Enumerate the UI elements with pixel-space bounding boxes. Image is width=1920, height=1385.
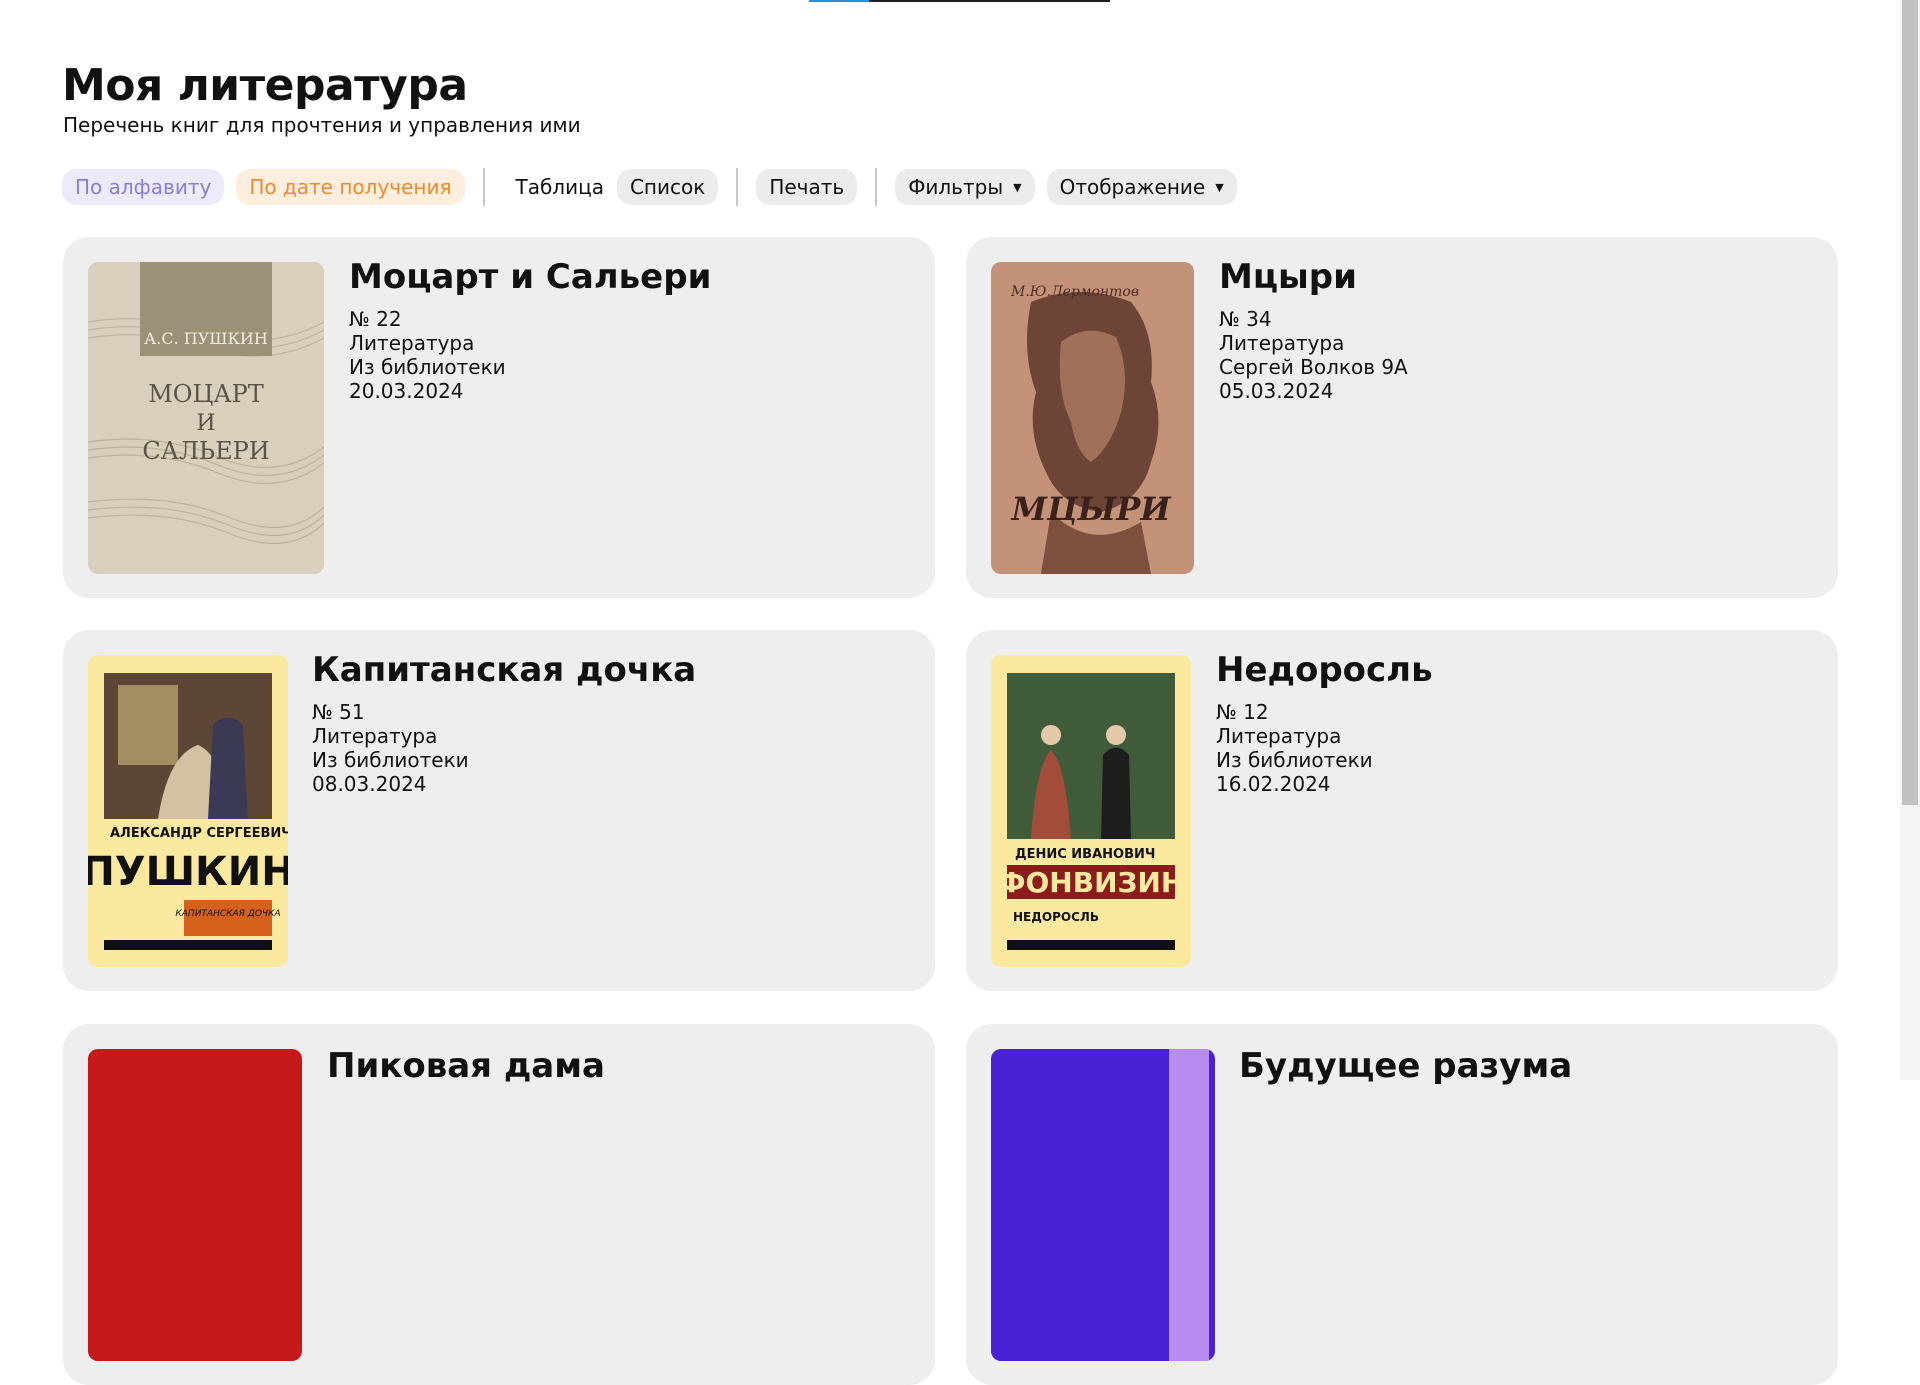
book-date: 08.03.2024 <box>312 772 427 796</box>
view-list-button[interactable]: Список <box>616 169 719 205</box>
book-category: Литература <box>1216 724 1342 748</box>
book-card[interactable]: Пиковая дама <box>63 1024 935 1385</box>
page-title: Моя литература <box>62 60 468 111</box>
book-date: 16.02.2024 <box>1216 772 1331 796</box>
book-date: 20.03.2024 <box>349 379 464 403</box>
book-cover <box>991 1049 1215 1361</box>
cover-author: АЛЕКСАНДР СЕРГЕЕВИЧ <box>110 826 288 841</box>
book-card[interactable]: Будущее разума <box>966 1024 1838 1385</box>
sort-alphabetical-button[interactable]: По алфавиту <box>62 169 225 205</box>
scrollbar[interactable] <box>1900 0 1920 1080</box>
toolbar-divider <box>736 168 739 206</box>
view-table-button[interactable]: Таблица <box>503 169 617 205</box>
cover-title-line: МОЦАРТ <box>148 380 264 408</box>
book-category: Литература <box>1219 331 1345 355</box>
print-button[interactable]: Печать <box>756 169 858 205</box>
page-subtitle: Перечень книг для прочтения и управления… <box>63 113 581 137</box>
book-category: Литература <box>349 331 475 355</box>
caret-down-icon: ▼ <box>1013 180 1022 194</box>
top-tab-indicator <box>809 0 1110 2</box>
cover-title-line: НЕДОРОСЛЬ <box>1013 910 1099 924</box>
book-title[interactable]: Пиковая дама <box>327 1046 605 1086</box>
book-cover: М.Ю.Лермонтов МЦЫРИ <box>991 262 1194 574</box>
book-source: Из библиотеки <box>1216 748 1373 772</box>
cover-title-line: МЦЫРИ <box>1010 490 1172 528</box>
cover-title-line: ФОНВИЗИН <box>998 866 1185 899</box>
book-title[interactable]: Будущее разума <box>1239 1046 1572 1086</box>
book-source: Из библиотеки <box>349 355 506 379</box>
scrollbar-thumb[interactable] <box>1902 0 1918 805</box>
book-title[interactable]: Моцарт и Сальери <box>349 257 711 297</box>
book-number: № 22 <box>349 307 402 331</box>
caret-down-icon: ▼ <box>1215 180 1224 194</box>
cover-author: А.С. ПУШКИН <box>144 329 268 348</box>
toolbar: По алфавиту По дате получения Таблица Сп… <box>62 168 1237 206</box>
book-date: 05.03.2024 <box>1219 379 1334 403</box>
book-source: Сергей Волков 9А <box>1219 355 1408 379</box>
book-number: № 51 <box>312 700 365 724</box>
cover-title-line: И <box>196 411 215 436</box>
book-card[interactable]: М.Ю.Лермонтов МЦЫРИ Мцыри № 34 Литератур… <box>966 237 1838 598</box>
cover-title-line: ПУШКИН <box>88 849 288 895</box>
display-label: Отображение <box>1059 175 1206 199</box>
cover-author: М.Ю.Лермонтов <box>1010 284 1139 300</box>
active-tab-indicator <box>809 0 869 2</box>
book-card[interactable]: АЛЕКСАНДР СЕРГЕЕВИЧ ПУШКИН КАПИТАНСКАЯ Д… <box>63 630 935 991</box>
filters-label: Фильтры <box>908 175 1004 199</box>
book-title[interactable]: Недоросль <box>1216 650 1433 690</box>
book-cover <box>88 1049 302 1361</box>
book-title[interactable]: Капитанская дочка <box>312 650 696 690</box>
book-cover: АЛЕКСАНДР СЕРГЕЕВИЧ ПУШКИН КАПИТАНСКАЯ Д… <box>88 655 288 967</box>
cover-title-line: САЛЬЕРИ <box>142 437 269 465</box>
cover-author: ДЕНИС ИВАНОВИЧ <box>1015 847 1155 862</box>
book-cover: А.С. ПУШКИН МОЦАРТ И САЛЬЕРИ <box>88 262 324 574</box>
book-category: Литература <box>312 724 438 748</box>
book-title[interactable]: Мцыри <box>1219 257 1408 297</box>
filters-dropdown[interactable]: Фильтры ▼ <box>895 169 1035 205</box>
book-number: № 12 <box>1216 700 1269 724</box>
book-cover: ДЕНИС ИВАНОВИЧ ФОНВИЗИН НЕДОРОСЛЬ <box>991 655 1191 967</box>
toolbar-divider <box>875 168 878 206</box>
cover-title-line: КАПИТАНСКАЯ ДОЧКА <box>175 909 280 919</box>
book-card[interactable]: А.С. ПУШКИН МОЦАРТ И САЛЬЕРИ Моцарт и Са… <box>63 237 935 598</box>
sort-by-date-button[interactable]: По дате получения <box>236 169 465 205</box>
toolbar-divider <box>482 168 485 206</box>
book-card[interactable]: ДЕНИС ИВАНОВИЧ ФОНВИЗИН НЕДОРОСЛЬ Недоро… <box>966 630 1838 991</box>
display-dropdown[interactable]: Отображение ▼ <box>1046 169 1237 205</box>
book-number: № 34 <box>1219 307 1272 331</box>
book-source: Из библиотеки <box>312 748 469 772</box>
